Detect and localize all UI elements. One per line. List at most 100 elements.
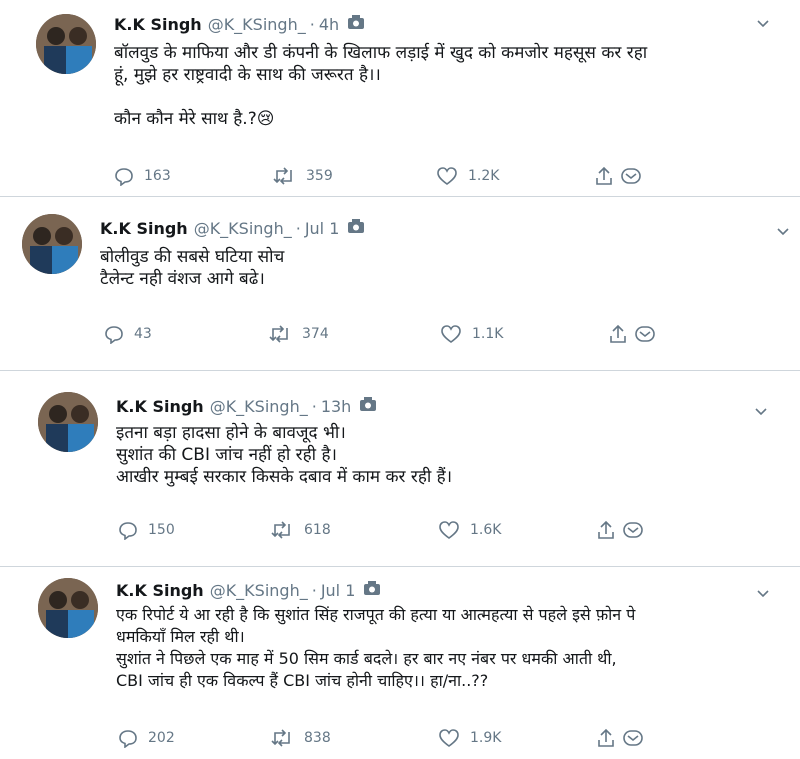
display-name[interactable]: K.K Singh [100, 219, 188, 238]
like-button[interactable]: 1.1K [440, 322, 503, 346]
tweet-line: सुशांत की CBI जांच नहीं हो रही है। [116, 445, 337, 465]
retweet-icon [271, 729, 290, 747]
retweet-count: 838 [304, 730, 331, 746]
reply-icon [119, 522, 137, 540]
tweet-actions: 150 618 1.6K [118, 518, 658, 542]
tweet[interactable]: K.K Singh @K_KSingh_ · 13h इतना बड़ा हाद… [0, 376, 800, 566]
reply-button[interactable]: 202 [118, 726, 175, 750]
share-icon [598, 520, 614, 539]
avatar[interactable] [22, 214, 82, 274]
direct-message-button[interactable] [622, 726, 644, 750]
reply-button[interactable]: 43 [104, 322, 152, 346]
tweet-text: एक रिपोर्ट ये आ रही है कि सुशांत सिंह रा… [116, 604, 796, 692]
user-handle[interactable]: @K_KSingh_ [208, 15, 306, 34]
tweet-text: बोलीवुड की सबसे घटिया सोच टैलेन्ट नही वं… [100, 246, 780, 290]
direct-message-icon [621, 168, 641, 184]
like-button[interactable]: 1.9K [438, 726, 501, 750]
like-count: 1.9K [470, 730, 502, 746]
reply-button[interactable]: 163 [114, 164, 171, 188]
retweet-button[interactable]: 359 [272, 164, 333, 188]
chevron-down-icon[interactable] [756, 584, 770, 603]
timestamp[interactable]: Jul 1 [305, 219, 340, 238]
avatar[interactable] [36, 14, 96, 74]
tweet[interactable]: K.K Singh @K_KSingh_ · 4h बॉलवुड के माफि… [0, 0, 800, 195]
reply-count: 202 [148, 730, 175, 746]
tweet[interactable]: K.K Singh @K_KSingh_ · Jul 1 बोलीवुड की … [0, 198, 800, 368]
reply-icon [115, 168, 133, 186]
share-icon [598, 728, 614, 747]
camera-icon [347, 14, 365, 34]
retweet-count: 374 [302, 326, 329, 342]
share-icon [610, 324, 626, 343]
share-button[interactable] [608, 322, 628, 346]
avatar-image [38, 392, 98, 452]
share-button[interactable] [596, 518, 616, 542]
tweet-text: बॉलवुड के माफिया और डी कंपनी के खिलाफ लड… [114, 42, 784, 130]
tweet-actions: 43 374 1.1K [104, 322, 664, 346]
retweet-icon [271, 521, 290, 539]
direct-message-button[interactable] [634, 322, 656, 346]
like-count: 1.2K [468, 168, 500, 184]
camera-icon [347, 218, 365, 238]
timestamp[interactable]: 4h [319, 15, 339, 34]
retweet-button[interactable]: 618 [270, 518, 331, 542]
separator-dot: · [311, 396, 317, 416]
tweet-line: टैलेन्ट नही वंशज आगे बढे। [100, 269, 265, 289]
divider [0, 196, 800, 197]
like-button[interactable]: 1.2K [436, 164, 499, 188]
tweet-header: K.K Singh @K_KSingh_ · 13h [116, 396, 377, 416]
timestamp[interactable]: 13h [321, 397, 352, 416]
display-name[interactable]: K.K Singh [116, 581, 204, 600]
tweet-actions: 202 838 1.9K [118, 726, 658, 750]
direct-message-button[interactable] [622, 518, 644, 542]
user-handle[interactable]: @K_KSingh_ [210, 397, 308, 416]
heart-icon [439, 521, 459, 539]
like-count: 1.1K [472, 326, 504, 342]
display-name[interactable]: K.K Singh [116, 397, 204, 416]
tweet-line: एक रिपोर्ट ये आ रही है कि सुशांत सिंह रा… [116, 605, 636, 624]
tweet-header: K.K Singh @K_KSingh_ · Jul 1 [116, 580, 381, 600]
chevron-down-icon[interactable] [756, 14, 770, 33]
reply-button[interactable]: 150 [118, 518, 175, 542]
tweet-line: कौन कौन मेरे साथ है.?😢 [114, 109, 275, 129]
avatar[interactable] [38, 578, 98, 638]
display-name[interactable]: K.K Singh [114, 15, 202, 34]
retweet-icon [269, 325, 288, 343]
like-button[interactable]: 1.6K [438, 518, 501, 542]
camera-icon [359, 396, 377, 416]
reply-count: 163 [144, 168, 171, 184]
share-button[interactable] [596, 726, 616, 750]
tweet-line: हूं, मुझे हर राष्ट्रवादी के साथ की जरूरत… [114, 65, 381, 85]
avatar[interactable] [38, 392, 98, 452]
share-button[interactable] [594, 164, 614, 188]
divider [0, 370, 800, 371]
heart-icon [437, 167, 457, 185]
tweet-line: इतना बड़ा हादसा होने के बावजूद भी। [116, 423, 346, 443]
avatar-image [38, 578, 98, 638]
retweet-button[interactable]: 374 [268, 322, 329, 346]
tweet-line: आखीर मुम्बई सरकार किसके दबाव में काम कर … [116, 467, 453, 487]
direct-message-button[interactable] [620, 164, 642, 188]
tweet[interactable]: K.K Singh @K_KSingh_ · Jul 1 एक रिपोर्ट … [0, 568, 800, 759]
retweet-count: 359 [306, 168, 333, 184]
direct-message-icon [623, 730, 643, 746]
tweet-line: धमकियाँ मिल रही थी। [116, 627, 245, 646]
direct-message-icon [635, 326, 655, 342]
retweet-icon [273, 167, 292, 185]
chevron-down-icon[interactable] [754, 402, 768, 421]
retweet-count: 618 [304, 522, 331, 538]
timestamp[interactable]: Jul 1 [321, 581, 356, 600]
tweet-line: सुशांत ने पिछले एक माह में 50 सिम कार्ड … [116, 649, 617, 668]
chevron-down-icon[interactable] [776, 222, 790, 241]
retweet-button[interactable]: 838 [270, 726, 331, 750]
tweet-line: बोलीवुड की सबसे घटिया सोच [100, 247, 285, 267]
user-handle[interactable]: @K_KSingh_ [210, 581, 308, 600]
like-count: 1.6K [470, 522, 502, 538]
tweet-actions: 163 359 1.2K [114, 164, 654, 188]
tweet-header: K.K Singh @K_KSingh_ · 4h [114, 14, 365, 34]
reply-count: 150 [148, 522, 175, 538]
user-handle[interactable]: @K_KSingh_ [194, 219, 292, 238]
heart-icon [439, 729, 459, 747]
camera-icon [363, 580, 381, 600]
divider [0, 566, 800, 567]
